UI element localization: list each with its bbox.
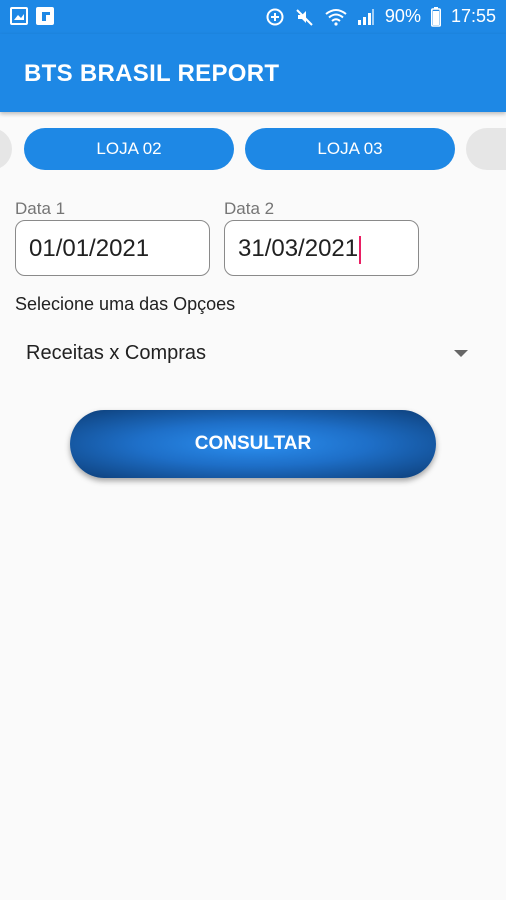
consult-button[interactable]: CONSULTAR <box>70 410 436 478</box>
battery-icon <box>430 6 441 27</box>
mute-icon <box>296 8 313 26</box>
status-bar: 90% 17:55 <box>0 0 506 34</box>
tab-label: LOJA 02 <box>96 139 162 158</box>
date1-label: Data 1 <box>15 199 66 218</box>
clock: 17:55 <box>450 6 496 26</box>
select-prompt: Selecione uma das Opçoes <box>15 294 236 314</box>
store-tab-strip: LOJA 02 LOJA 03 <box>0 128 506 172</box>
tab-loja-next[interactable] <box>466 128 506 170</box>
dropdown-arrow-icon <box>454 350 468 357</box>
date2-value: 31/03/2021 <box>238 235 359 262</box>
tab-loja-02[interactable]: LOJA 02 <box>24 128 234 170</box>
battery-percent: 90% <box>384 6 421 26</box>
flipboard-icon <box>36 7 54 25</box>
date2-label: Data 2 <box>224 199 275 218</box>
tab-loja-03[interactable]: LOJA 03 <box>245 128 455 170</box>
signal-icon <box>357 8 374 25</box>
date1-value: 01/01/2021 <box>29 235 150 262</box>
gallery-icon <box>10 7 28 25</box>
consult-button-label: CONSULTAR <box>194 433 312 454</box>
date1-input[interactable]: 01/01/2021 <box>15 220 210 276</box>
data-saver-icon <box>266 8 284 25</box>
dropdown-selected-value: Receitas x Compras <box>26 342 207 364</box>
text-cursor <box>359 235 362 264</box>
tab-label: LOJA 03 <box>317 139 383 158</box>
report-type-dropdown[interactable]: Receitas x Compras <box>26 338 476 372</box>
date2-input[interactable]: 31/03/2021 <box>224 220 419 276</box>
wifi-icon <box>325 8 347 26</box>
app-bar: BTS BRASIL REPORT <box>0 34 506 112</box>
tab-loja-previous[interactable] <box>0 128 12 170</box>
app-title: BTS BRASIL REPORT <box>24 60 280 87</box>
